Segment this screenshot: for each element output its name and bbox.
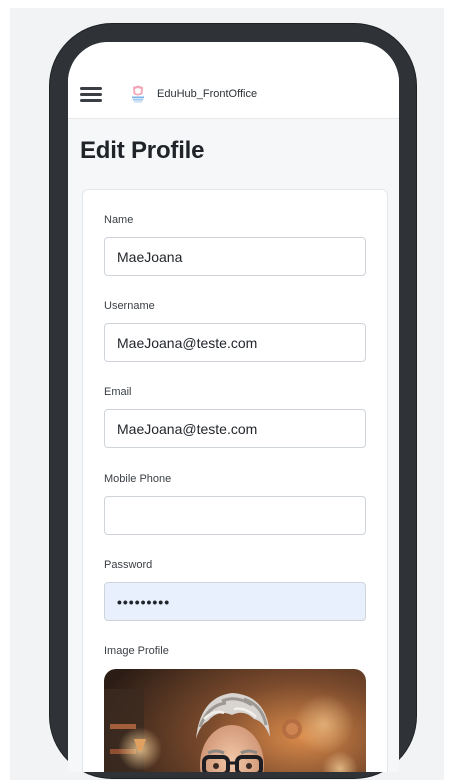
email-label: Email (104, 386, 132, 398)
password-field[interactable] (104, 582, 366, 621)
name-label: Name (104, 214, 134, 226)
profile-image[interactable] (104, 669, 366, 772)
email-field[interactable] (104, 409, 366, 448)
mobile-phone-field[interactable] (104, 496, 366, 535)
mobile-phone-label: Mobile Phone (104, 473, 172, 485)
page-title: Edit Profile (80, 137, 205, 164)
phone-screen: EduHub_FrontOffice Edit Profile Name Use… (68, 42, 399, 772)
hamburger-menu-icon[interactable] (80, 86, 102, 102)
app-brand-name[interactable]: EduHub_FrontOffice (157, 88, 257, 100)
app-bar: EduHub_FrontOffice (68, 42, 399, 119)
username-field[interactable] (104, 323, 366, 362)
name-field[interactable] (104, 237, 366, 276)
edit-profile-form: Name Username Email Mobile Phone Passwor… (82, 189, 388, 772)
image-profile-label: Image Profile (104, 645, 169, 657)
password-label: Password (104, 559, 153, 571)
eduhub-logo-icon (132, 85, 144, 103)
username-label: Username (104, 300, 155, 312)
